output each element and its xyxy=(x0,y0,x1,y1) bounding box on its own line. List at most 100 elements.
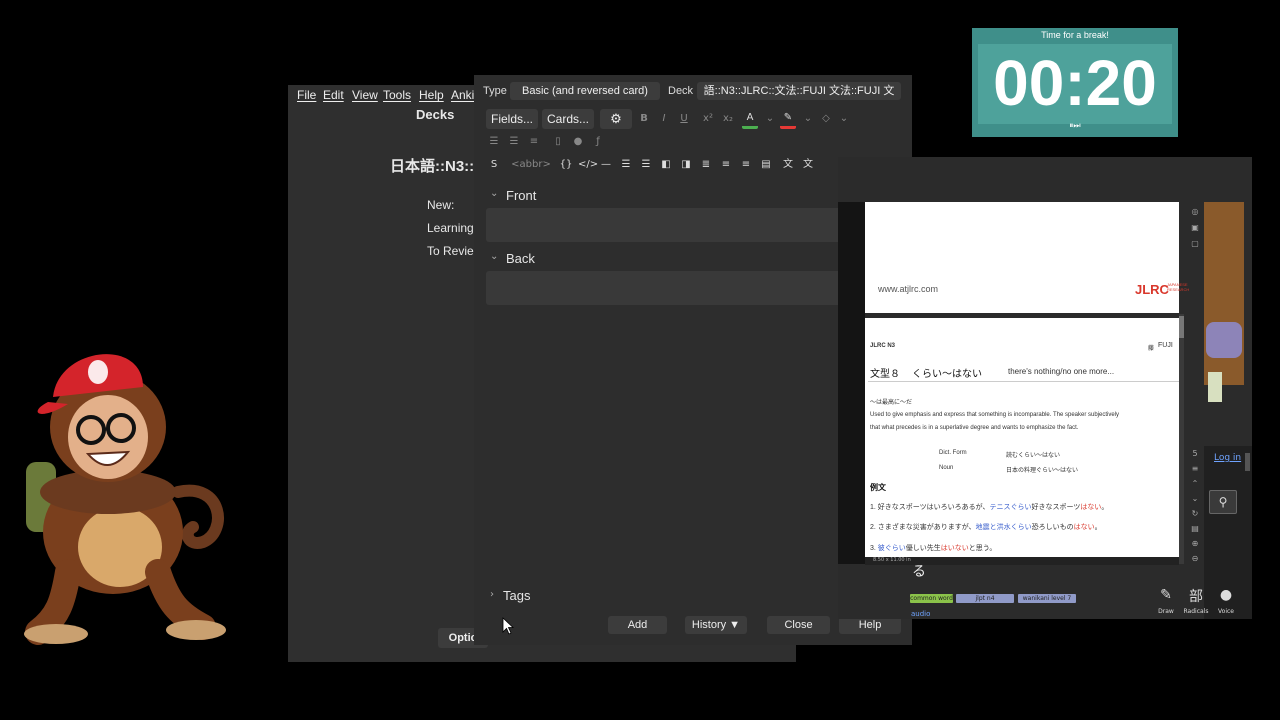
bullet-list-icon[interactable]: ☰ xyxy=(486,134,502,150)
audio-link[interactable]: audio xyxy=(911,610,930,618)
align-left-icon[interactable]: ≡ xyxy=(718,157,734,173)
mouse-cursor-icon xyxy=(502,617,514,635)
menu-anki[interactable]: Anki xyxy=(451,88,474,102)
pdf-viewer-window: www.atjlrc.com JLRC JAPANESE RESEARCH JL… xyxy=(838,157,1252,619)
align-icon[interactable]: ≡ xyxy=(526,134,542,150)
chevron-down-icon[interactable]: ⌄ xyxy=(762,111,778,127)
stat-new: New: xyxy=(427,198,455,212)
microphone-icon[interactable]: ● xyxy=(1216,587,1236,603)
back-label: Back xyxy=(506,251,535,266)
code-icon[interactable]: </> xyxy=(578,157,598,173)
page-number-icon[interactable]: 5 xyxy=(1190,449,1200,458)
examples-heading: 例文 xyxy=(870,483,886,492)
menu-edit[interactable]: Edit xyxy=(323,88,344,102)
login-link[interactable]: Log in xyxy=(1214,453,1241,463)
sub-pattern: 〜は最高に〜だ xyxy=(870,400,913,406)
example-3: 3. 彼ぐらい優しい先生はいないと思う。 xyxy=(870,545,997,552)
chevron-right-icon[interactable]: › xyxy=(490,589,494,600)
image-left-icon[interactable]: ◧ xyxy=(658,157,674,173)
microphone-icon[interactable]: ● xyxy=(570,134,586,150)
align-right-icon[interactable]: ≡ xyxy=(738,157,754,173)
zoom-out-icon[interactable]: ⊖ xyxy=(1190,554,1200,563)
superscript-icon[interactable]: x² xyxy=(700,111,716,127)
break-timer-widget: Time for a break! 00:20 ⏸⏭ xyxy=(972,28,1178,137)
form-1-value: 読むくらい〜はない xyxy=(1006,453,1061,459)
zoom-in-icon[interactable]: ⊕ xyxy=(1190,539,1200,548)
tag-wanikani[interactable]: wanikani level 7 xyxy=(1018,594,1076,603)
justify-icon[interactable]: ▤ xyxy=(758,157,774,173)
strikethrough-icon[interactable]: S xyxy=(486,157,502,173)
bullet-list-icon[interactable]: ☰ xyxy=(618,157,634,173)
menu-tools[interactable]: Tools xyxy=(383,88,411,102)
underline-icon[interactable]: U xyxy=(676,111,692,127)
stat-learning: Learning xyxy=(427,221,474,235)
viewer-gutter xyxy=(838,202,865,564)
remove-furigana-icon[interactable]: 文 xyxy=(800,157,816,173)
note-type-selector[interactable]: Basic (and reversed card) xyxy=(510,82,660,100)
furigana-icon[interactable]: 文 xyxy=(780,157,796,173)
abbr-tool[interactable]: <abbr> xyxy=(508,157,554,173)
menu-file[interactable]: File xyxy=(297,88,316,102)
attach-icon[interactable]: ▯ xyxy=(550,134,566,150)
align-center-icon[interactable]: ≣ xyxy=(698,157,714,173)
timer-controls[interactable]: ⏸⏭ xyxy=(972,121,1178,131)
description-line-2: that what precedes is in a superlative d… xyxy=(870,425,1079,431)
streamer-monkey-avatar xyxy=(24,354,226,645)
divider-icon[interactable]: ≡ xyxy=(1190,464,1200,473)
pdf-page-1: www.atjlrc.com JLRC JAPANESE RESEARCH xyxy=(865,202,1189,313)
search-icon[interactable]: ⚲ xyxy=(1209,490,1237,514)
menu-help[interactable]: Help xyxy=(419,88,444,102)
pdf-scrollbar[interactable] xyxy=(1179,314,1184,564)
history-button[interactable]: History ▼ xyxy=(685,616,747,634)
panel-scrollbar[interactable] xyxy=(1245,453,1250,471)
kana-result: る xyxy=(912,564,926,580)
timer-value: 00:20 xyxy=(993,47,1157,119)
deck-label: Deck xyxy=(668,85,694,97)
braces-icon[interactable]: {} xyxy=(558,157,574,173)
numbered-list-icon[interactable]: ☰ xyxy=(506,134,522,150)
italic-icon[interactable]: I xyxy=(656,111,672,127)
radicals-label[interactable]: Radicals xyxy=(1182,608,1210,615)
bold-icon[interactable]: B xyxy=(636,111,652,127)
radicals-icon[interactable]: 部 xyxy=(1186,586,1206,606)
close-button[interactable]: Close xyxy=(767,616,830,634)
voice-label[interactable]: Voice xyxy=(1212,608,1240,615)
cards-button[interactable]: Cards... xyxy=(542,109,594,129)
gear-icon[interactable]: ⚙ xyxy=(600,109,632,129)
eraser-icon[interactable]: ◇ xyxy=(818,111,834,127)
chevron-down-icon[interactable]: ⌄ xyxy=(490,251,498,262)
refresh-icon[interactable]: ↻ xyxy=(1190,509,1200,518)
text-color-icon[interactable]: A xyxy=(742,110,758,129)
deck-selector[interactable]: 語::N3::JLRC::文法::FUJI 文法::FUJI 文 xyxy=(697,82,901,100)
timer-caption: Time for a break! xyxy=(1041,30,1109,40)
form-2-value: 日本の料理ぐらい〜はない xyxy=(1006,468,1079,474)
chevron-down-icon[interactable]: ⌄ xyxy=(800,111,816,127)
copy-icon[interactable]: ▢ xyxy=(1190,239,1200,248)
chevron-down-icon[interactable]: ⌄ xyxy=(1190,494,1200,503)
draw-icon[interactable]: ✎ xyxy=(1156,587,1176,603)
menu-view[interactable]: View xyxy=(352,88,378,102)
pattern-number: 文型８ xyxy=(870,369,900,380)
bookmark-icon[interactable]: ▣ xyxy=(1190,223,1200,232)
tag-common-word[interactable]: common word xyxy=(910,594,953,603)
subscript-icon[interactable]: x₂ xyxy=(720,111,736,127)
decks-heading[interactable]: Decks xyxy=(416,107,454,122)
image-right-icon[interactable]: ◨ xyxy=(678,157,694,173)
function-icon[interactable]: ƒ xyxy=(590,134,606,150)
horizontal-rule-icon[interactable]: — xyxy=(598,157,614,173)
description-line-1: Used to give emphasis and express that s… xyxy=(870,412,1120,418)
settings-icon[interactable]: ◎ xyxy=(1190,207,1200,216)
highlight-color-icon[interactable]: ✎ xyxy=(780,110,796,129)
add-button[interactable]: Add xyxy=(608,616,667,634)
chevron-up-icon[interactable]: ⌃ xyxy=(1190,479,1200,488)
fields-button[interactable]: Fields... xyxy=(486,109,538,129)
draw-label[interactable]: Draw xyxy=(1153,608,1179,615)
numbered-list-icon[interactable]: ☰ xyxy=(638,157,654,173)
page-size-label: 8.50 x 11.00 in xyxy=(873,557,911,563)
document-icon[interactable]: ▤ xyxy=(1190,524,1200,533)
chevron-down-icon[interactable]: ⌄ xyxy=(836,111,852,127)
tag-jlpt[interactable]: jlpt n4 xyxy=(956,594,1014,603)
tags-label[interactable]: Tags xyxy=(503,588,530,603)
form-1-label: Dict. Form xyxy=(939,450,967,456)
chevron-down-icon[interactable]: ⌄ xyxy=(490,188,498,199)
